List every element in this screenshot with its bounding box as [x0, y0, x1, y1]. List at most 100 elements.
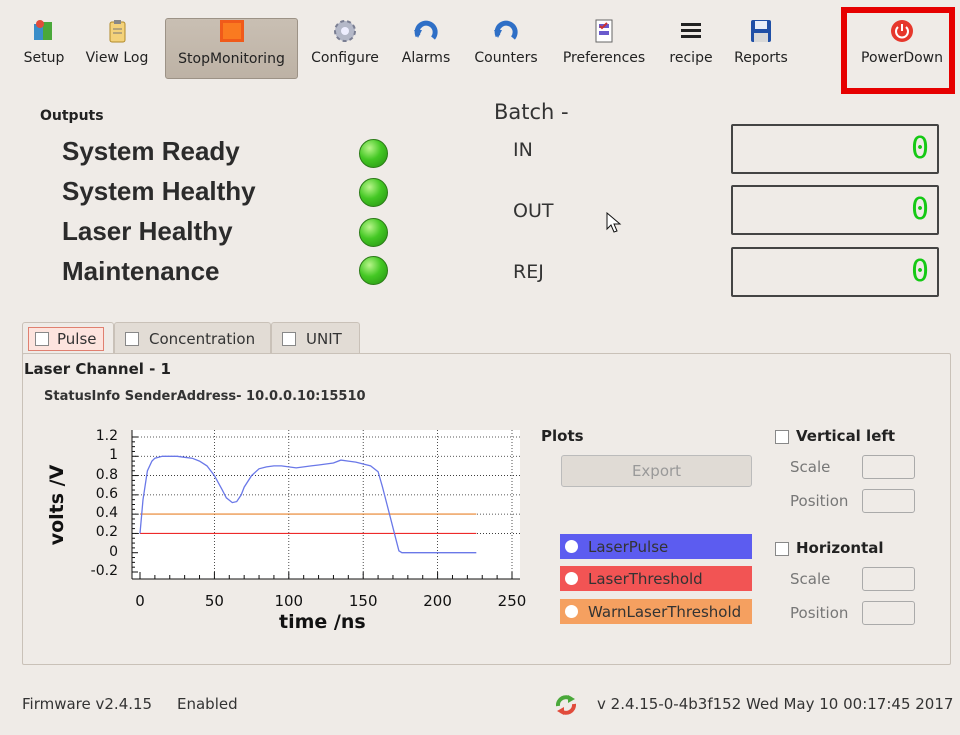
- horizontal-scale-field[interactable]: [862, 567, 915, 591]
- batch-rej-label: REJ: [513, 261, 544, 283]
- legend-laser-pulse-label: LaserPulse: [588, 537, 669, 556]
- status-led: [359, 218, 388, 247]
- x-tick-label: 100: [274, 592, 304, 610]
- clipboard-icon: [104, 18, 130, 44]
- legend-laser-threshold[interactable]: LaserThreshold: [560, 566, 752, 591]
- y-tick-label: 0.2: [95, 524, 118, 541]
- save-icon: [748, 18, 774, 44]
- x-tick-label: 250: [497, 592, 527, 610]
- legend-laser-pulse[interactable]: LaserPulse: [560, 534, 752, 559]
- counter-out-value: 0: [910, 192, 929, 227]
- configure-button[interactable]: Configure: [305, 16, 385, 78]
- output-system-ready: System Ready: [62, 136, 240, 166]
- checklist-icon: [591, 18, 617, 44]
- status-led: [359, 139, 388, 168]
- menu-icon: [678, 18, 704, 44]
- vertical-left-checkbox[interactable]: [775, 430, 789, 444]
- y-tick-label: 0: [109, 543, 118, 560]
- output-maintenance: Maintenance: [62, 256, 220, 286]
- configure-label: Configure: [311, 50, 379, 66]
- gear-icon: [332, 18, 358, 44]
- counter-rej-value: 0: [910, 254, 929, 289]
- status-info: StatusInfo SenderAddress- 10.0.0.10:1551…: [44, 389, 366, 404]
- plots-title: Plots: [541, 427, 584, 445]
- output-system-healthy: System Healthy: [62, 176, 256, 206]
- laser-channel-title: Laser Channel - 1: [24, 360, 171, 378]
- power-icon: [889, 18, 915, 44]
- y-axis-label: volts /V: [46, 464, 68, 546]
- vertical-position-label: Position: [790, 492, 849, 510]
- export-button[interactable]: Export: [561, 455, 752, 487]
- tab-concentration[interactable]: Concentration: [114, 322, 271, 354]
- x-tick-label: 150: [348, 592, 378, 610]
- vertical-position-field[interactable]: [862, 489, 915, 513]
- recipe-label: recipe: [669, 50, 713, 66]
- status-led: [359, 178, 388, 207]
- power-down-button[interactable]: PowerDown: [854, 16, 950, 78]
- batch-out-label: OUT: [513, 200, 554, 222]
- legend-warn-laser-threshold-label: WarnLaserThreshold: [588, 602, 742, 621]
- radio-icon: [565, 540, 578, 553]
- reports-label: Reports: [734, 50, 788, 66]
- y-tick-label: -0.2: [90, 563, 118, 579]
- legend-warn-laser-threshold[interactable]: WarnLaserThreshold: [560, 599, 752, 624]
- x-tick-label: 50: [204, 592, 224, 610]
- vertical-scale-label: Scale: [790, 458, 831, 476]
- mouse-cursor-icon: [606, 212, 622, 233]
- radio-icon: [565, 572, 578, 585]
- horizontal-position-label: Position: [790, 604, 849, 622]
- undo-arrow-icon: [493, 18, 519, 44]
- vertical-scale-field[interactable]: [862, 455, 915, 479]
- alarms-label: Alarms: [401, 50, 451, 66]
- y-tick-label: 0.4: [95, 505, 118, 522]
- chart-icon: [125, 331, 139, 346]
- setup-label: Setup: [23, 50, 65, 66]
- stop-monitoring-button[interactable]: StopMonitoring: [165, 18, 298, 79]
- status-led: [359, 256, 388, 285]
- radio-icon: [565, 605, 578, 618]
- app-window: Setup View Log StopMonitoring Configure …: [0, 0, 960, 735]
- tab-concentration-label: Concentration: [149, 329, 256, 348]
- y-tick-label: 0.6: [95, 485, 118, 502]
- counter-in-value: 0: [910, 131, 929, 166]
- horizontal-position-field[interactable]: [862, 601, 915, 625]
- x-tick-label: 0: [135, 592, 145, 610]
- setup-button[interactable]: Setup: [18, 16, 70, 78]
- outputs-title: Outputs: [40, 108, 104, 124]
- counter-in: 0: [731, 124, 939, 174]
- counter-rej: 0: [731, 247, 939, 297]
- preferences-button[interactable]: Preferences: [555, 16, 653, 78]
- chart-icon: [35, 331, 49, 346]
- setup-icon: [31, 18, 57, 44]
- counters-label: Counters: [474, 50, 538, 66]
- stop-icon: [219, 19, 245, 45]
- batch-in-label: IN: [513, 139, 533, 161]
- tab-unit[interactable]: UNIT: [271, 322, 360, 354]
- alarms-button[interactable]: Alarms: [396, 16, 456, 78]
- enabled-status: Enabled: [177, 695, 238, 713]
- power-down-label: PowerDown: [861, 50, 943, 66]
- firmware-version: Firmware v2.4.15: [22, 695, 153, 713]
- y-tick-label: 1.2: [95, 428, 118, 444]
- view-log-label: View Log: [85, 50, 149, 66]
- legend-laser-threshold-label: LaserThreshold: [588, 569, 703, 588]
- reports-button[interactable]: Reports: [728, 16, 794, 78]
- tab-pulse-label: Pulse: [57, 329, 97, 348]
- counters-button[interactable]: Counters: [468, 16, 544, 78]
- horizontal-title: Horizontal: [796, 539, 884, 557]
- toolbar: Setup View Log StopMonitoring Configure …: [0, 0, 960, 94]
- x-axis-label: time /ns: [279, 611, 366, 633]
- stop-monitoring-label: StopMonitoring: [178, 51, 285, 67]
- refresh-icon: [556, 695, 576, 715]
- undo-arrow-icon: [413, 18, 439, 44]
- output-laser-healthy: Laser Healthy: [62, 216, 233, 246]
- horizontal-scale-label: Scale: [790, 570, 831, 588]
- view-log-button[interactable]: View Log: [80, 16, 154, 78]
- version-timestamp: v 2.4.15-0-4b3f152 Wed May 10 00:17:45 2…: [597, 695, 954, 713]
- counter-out: 0: [731, 185, 939, 235]
- preferences-label: Preferences: [562, 50, 646, 66]
- horizontal-checkbox[interactable]: [775, 542, 789, 556]
- tab-pulse-inner: Pulse: [28, 326, 104, 351]
- tab-pulse[interactable]: Pulse: [22, 322, 114, 354]
- recipe-button[interactable]: recipe: [664, 16, 718, 78]
